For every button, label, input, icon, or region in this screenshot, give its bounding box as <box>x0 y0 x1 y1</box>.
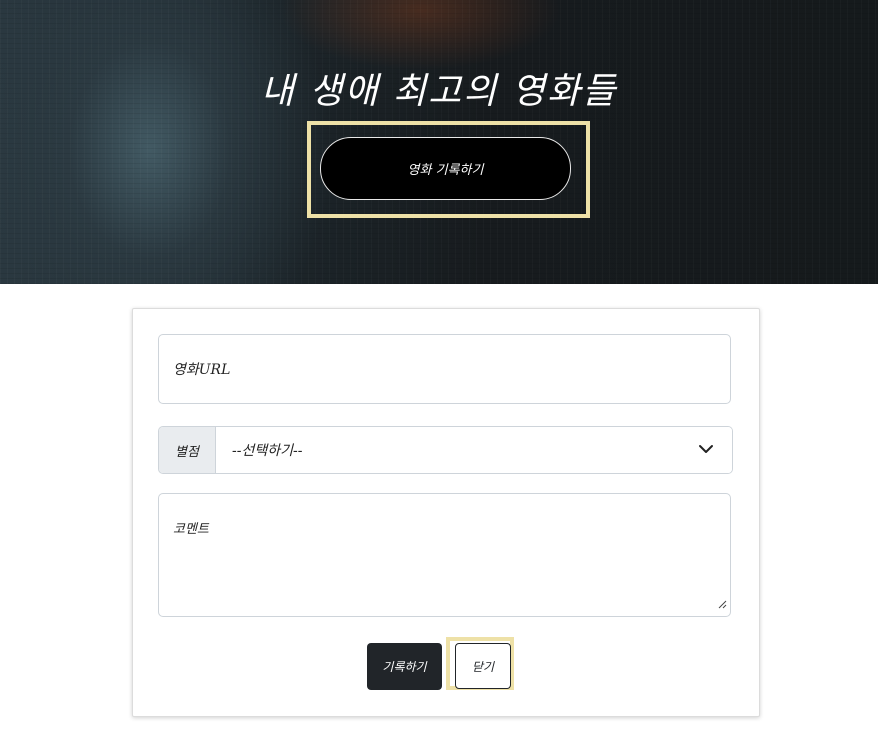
star-rating-selected-value: --선택하기-- <box>232 443 303 459</box>
open-record-form-button[interactable]: 영화 기록하기 <box>320 137 571 200</box>
page-title: 내 생애 최고의 영화들 <box>260 71 618 112</box>
close-button[interactable]: 닫기 <box>455 643 511 689</box>
hero-banner: 내 생애 최고의 영화들 영화 기록하기 <box>0 0 878 284</box>
comment-placeholder: 코멘트 <box>173 522 209 537</box>
star-rating-label: 별점 <box>159 427 216 473</box>
movie-url-input[interactable]: 영화URL <box>158 334 731 404</box>
save-record-button[interactable]: 기록하기 <box>367 643 442 690</box>
comment-textarea[interactable]: 코멘트 <box>158 493 731 617</box>
record-form-card: 영화URL 별점 --선택하기-- 코멘트 기록하기 닫기 <box>132 308 760 717</box>
resize-grip-icon[interactable] <box>717 598 727 613</box>
star-rating-select[interactable]: --선택하기-- <box>216 427 732 473</box>
star-rating-group: 별점 --선택하기-- <box>158 426 733 474</box>
chevron-down-icon <box>698 442 714 458</box>
